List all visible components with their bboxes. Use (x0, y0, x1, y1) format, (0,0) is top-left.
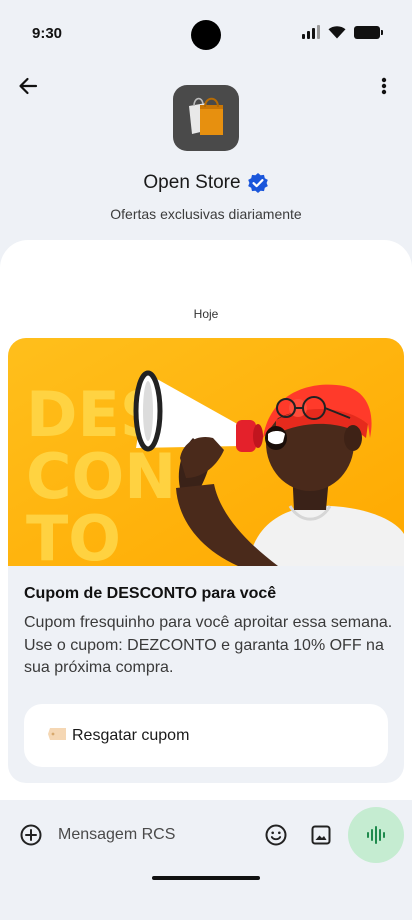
wifi-icon (328, 26, 346, 39)
redeem-coupon-label: Resgatar cupom (72, 726, 190, 744)
more-options-button[interactable] (372, 72, 396, 100)
arrow-back-icon (19, 77, 38, 95)
store-tagline: Ofertas exclusivas diariamente (110, 206, 302, 222)
add-circle-icon (20, 824, 42, 846)
card-title: Cupom de DESCONTO para você (24, 585, 277, 602)
coupon-tag-icon (48, 727, 66, 745)
redeem-coupon-button[interactable]: Resgatar cupom (24, 704, 388, 767)
status-bar: 9:30 (0, 0, 412, 68)
emoji-button[interactable] (265, 823, 287, 847)
status-icons (302, 25, 383, 39)
shopping-bags-icon (189, 97, 223, 135)
promo-banner-image: DES CON TO (8, 338, 404, 575)
store-logo (173, 85, 239, 151)
date-separator: Hoje (193, 307, 219, 321)
chat-area: Hoje DES CON TO Cupom de DESCONTO para v… (0, 240, 412, 800)
emoji-icon (265, 824, 287, 846)
gallery-button[interactable] (311, 823, 331, 847)
home-indicator (152, 876, 260, 880)
camera-cutout (191, 20, 221, 50)
banner-text-line-3: TO (26, 502, 121, 566)
status-time: 9:30 (32, 25, 63, 42)
store-name-row: Open Store (0, 172, 412, 194)
conversation-header: Open Store Ofertas exclusivas diariament… (0, 68, 412, 238)
more-vert-icon (381, 77, 387, 95)
voice-message-button[interactable] (348, 807, 404, 863)
rich-card-message: DES CON TO Cupom de DESCONTO para você C… (8, 338, 404, 783)
add-attachment-button[interactable] (20, 823, 42, 847)
message-composer (8, 807, 340, 863)
image-icon (311, 825, 331, 845)
waveform-icon (367, 826, 385, 844)
verified-badge-icon (247, 173, 268, 193)
message-input[interactable] (58, 826, 265, 844)
store-name: Open Store (143, 172, 241, 193)
signal-icon (302, 25, 320, 39)
card-description: Cupom fresquinho para você aproitar essa… (24, 614, 393, 676)
battery-icon (354, 25, 383, 39)
back-button[interactable] (14, 72, 42, 100)
